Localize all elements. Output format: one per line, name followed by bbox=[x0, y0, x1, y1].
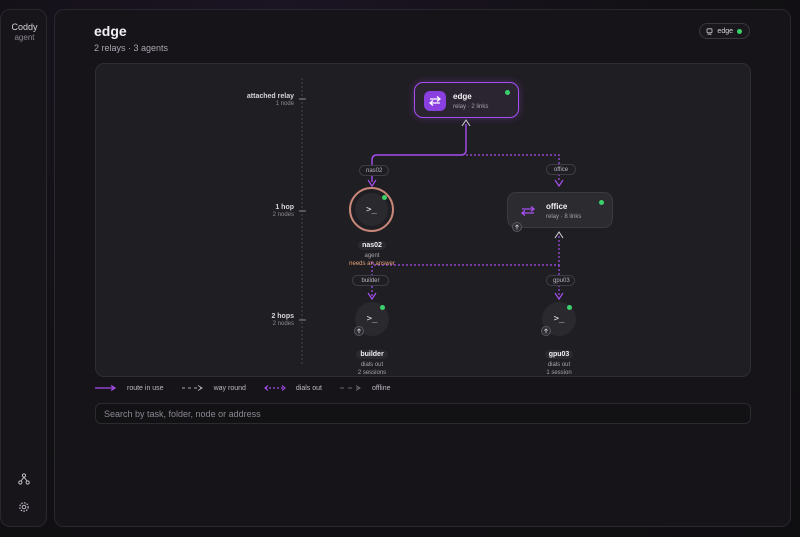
status-dot bbox=[599, 200, 604, 205]
arrow-up-icon bbox=[512, 222, 522, 232]
legend-swatch bbox=[181, 385, 203, 391]
relay-node-office[interactable]: office relay · 8 links bbox=[507, 192, 613, 232]
relay-name: edge bbox=[453, 92, 472, 101]
arrows-swap-icon bbox=[424, 91, 446, 111]
agent-mode: dials out bbox=[547, 362, 571, 368]
relay-chip-status-dot bbox=[737, 28, 742, 34]
sidebar: Coddy agent bbox=[0, 9, 47, 527]
agent-role: agent bbox=[364, 253, 380, 259]
agent-label-gpu03: gpu03 dials out 1 session bbox=[519, 343, 599, 377]
app-subtitle: agent bbox=[14, 33, 35, 42]
agent-mode: dials out bbox=[360, 362, 384, 368]
agent-sessions: 2 sessions bbox=[357, 370, 387, 376]
legend-swatch bbox=[264, 385, 286, 391]
device-icon bbox=[707, 27, 713, 35]
link-label-builder: builder bbox=[352, 275, 389, 286]
route-arrow bbox=[554, 179, 564, 188]
tier-label-1-hop: 1 hop 2 nodes bbox=[272, 204, 294, 218]
gear-icon[interactable] bbox=[16, 499, 32, 515]
relay-chip-label: edge bbox=[717, 27, 733, 35]
legend-offline: offline bbox=[339, 385, 391, 392]
status-dot bbox=[567, 305, 572, 310]
relay-node-edge[interactable]: edge relay · 2 links bbox=[414, 82, 519, 118]
topology-icon[interactable] bbox=[16, 471, 32, 487]
agent-note: needs an answer bbox=[349, 261, 395, 267]
agent-name: builder bbox=[356, 350, 388, 359]
legend-dials-out: dials out bbox=[264, 385, 322, 392]
arrow-up-icon bbox=[354, 326, 364, 336]
link-label-nas02: nas02 bbox=[359, 165, 389, 176]
legend: route in use way round dials out offline bbox=[95, 382, 409, 394]
page-title: edge bbox=[94, 23, 127, 39]
status-dot bbox=[380, 305, 385, 310]
agent-sessions: 1 session bbox=[546, 370, 572, 376]
agent-node-builder[interactable]: >_ bbox=[354, 302, 389, 336]
agent-node-nas02[interactable]: >_ bbox=[349, 187, 394, 232]
link-label-office: office bbox=[546, 164, 576, 175]
brand: Coddy agent bbox=[1, 22, 48, 43]
terminal-prompt-icon: >_ bbox=[366, 314, 378, 324]
legend-way-round: way round bbox=[181, 385, 246, 392]
agent-label-nas02: nas02 agent needs an answer bbox=[332, 234, 412, 268]
status-dot bbox=[382, 195, 387, 200]
main-panel: edge 2 relays · 3 agents edge attached r… bbox=[54, 9, 791, 527]
tier-label-attached: attached relay 1 node bbox=[246, 93, 294, 107]
arrow-up-icon bbox=[541, 326, 551, 336]
topology-canvas: attached relay 1 node 1 hop 2 nodes 2 ho… bbox=[95, 63, 751, 377]
relay-detail: relay · 2 links bbox=[453, 104, 489, 110]
legend-swatch bbox=[339, 385, 361, 391]
terminal-prompt-icon: >_ bbox=[553, 314, 565, 324]
agent-label-builder: builder dials out 2 sessions bbox=[332, 343, 412, 377]
app-name: Coddy bbox=[11, 22, 38, 32]
legend-route-in-use: route in use bbox=[95, 385, 164, 392]
relay-chip[interactable]: edge bbox=[699, 23, 750, 39]
agent-node-gpu03[interactable]: >_ bbox=[541, 302, 576, 336]
agent-name: gpu03 bbox=[544, 350, 574, 359]
link-label-gpu03: gpu03 bbox=[546, 275, 575, 286]
arrows-swap-icon bbox=[517, 201, 539, 221]
tier-label-2-hops: 2 hops 2 nodes bbox=[271, 313, 294, 327]
legend-swatch bbox=[95, 385, 117, 391]
status-dot bbox=[505, 90, 510, 95]
relay-detail: relay · 8 links bbox=[546, 214, 582, 220]
page-subtitle: 2 relays · 3 agents bbox=[94, 43, 169, 53]
agent-name: nas02 bbox=[358, 241, 386, 250]
relay-name: office bbox=[546, 202, 568, 211]
search-input[interactable] bbox=[95, 403, 751, 424]
